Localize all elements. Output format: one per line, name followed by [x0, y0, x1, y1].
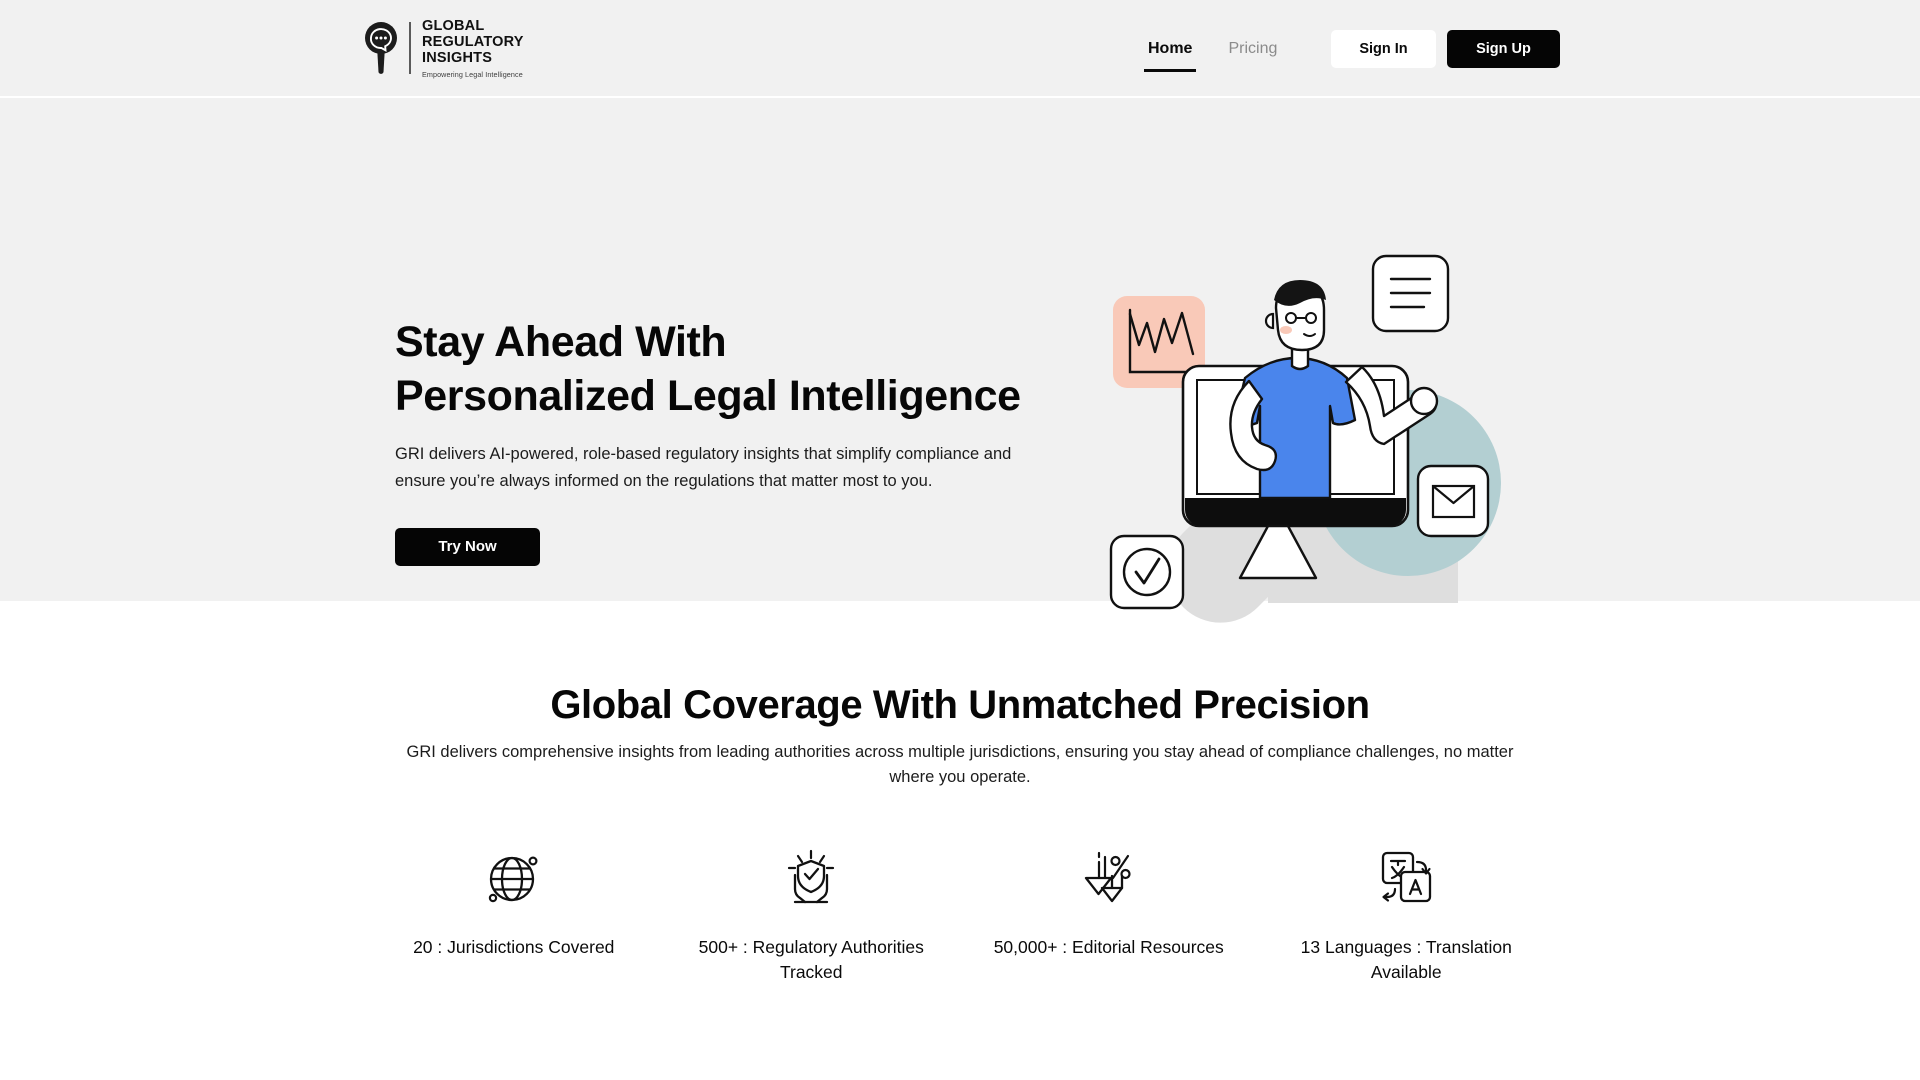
auth-buttons: Sign In Sign Up: [1331, 30, 1560, 68]
shield-hands-icon: [782, 846, 840, 908]
nav-item-home[interactable]: Home: [1130, 0, 1210, 98]
stat-label: 13 Languages : Translation Available: [1300, 937, 1512, 982]
stat-authorities: 500+ : Regulatory Authorities Tracked: [663, 846, 961, 985]
hero-copy: Stay Ahead With Personalized Legal Intel…: [395, 315, 1075, 566]
features-section: Global Coverage With Unmatched Precision…: [0, 601, 1920, 985]
logo-line-1: GLOBAL: [422, 18, 485, 34]
stat-languages: 13 Languages : Translation Available: [1258, 846, 1556, 985]
sign-in-button[interactable]: Sign In: [1331, 30, 1436, 68]
download-percent-icon: [1080, 846, 1138, 908]
stat-label: 500+ : Regulatory Authorities Tracked: [698, 937, 924, 982]
features-title: Global Coverage With Unmatched Precision: [550, 683, 1370, 727]
hero-description: GRI delivers AI-powered, role-based regu…: [395, 445, 1012, 491]
hero-section: Stay Ahead With Personalized Legal Intel…: [0, 98, 1920, 623]
stat-label: 20 : Jurisdictions Covered: [413, 937, 615, 958]
nav-item-pricing[interactable]: Pricing: [1210, 0, 1295, 98]
hero-illustration: [1108, 248, 1518, 633]
site-header: GLOBAL REGULATORY INSIGHTS Empowering Le…: [0, 0, 1920, 98]
stat-label: 50,000+ : Editorial Resources: [993, 937, 1224, 958]
hero-title-line-2: Personalized Legal Intelligence: [395, 372, 1021, 421]
globe-icon: [485, 846, 543, 908]
logo-divider: [409, 22, 411, 75]
try-now-button[interactable]: Try Now: [395, 527, 540, 566]
stat-jurisdictions: 20 : Jurisdictions Covered: [365, 846, 663, 985]
translate-icon: [1377, 846, 1435, 908]
logo-line-3: INSIGHTS: [422, 50, 493, 67]
magnifier-chat-logo-icon: [365, 22, 397, 75]
logo[interactable]: GLOBAL REGULATORY INSIGHTS Empowering Le…: [364, 18, 524, 79]
hero-title-line-1: Stay Ahead With: [395, 318, 727, 366]
hero-title: Stay Ahead With Personalized Legal Intel…: [395, 315, 1075, 423]
stat-editorial: 50,000+ : Editorial Resources: [960, 846, 1258, 985]
logo-line-2: REGULATORY: [422, 34, 524, 51]
features-subtitle: GRI delivers comprehensive insights from…: [406, 743, 1514, 787]
sign-up-button[interactable]: Sign Up: [1447, 30, 1560, 68]
stats-row: 20 : Jurisdictions Covered 500+ : Regula…: [365, 846, 1555, 985]
logo-tagline: Empowering Legal Intelligence: [422, 69, 523, 79]
main-nav: Home Pricing: [1130, 0, 1295, 98]
